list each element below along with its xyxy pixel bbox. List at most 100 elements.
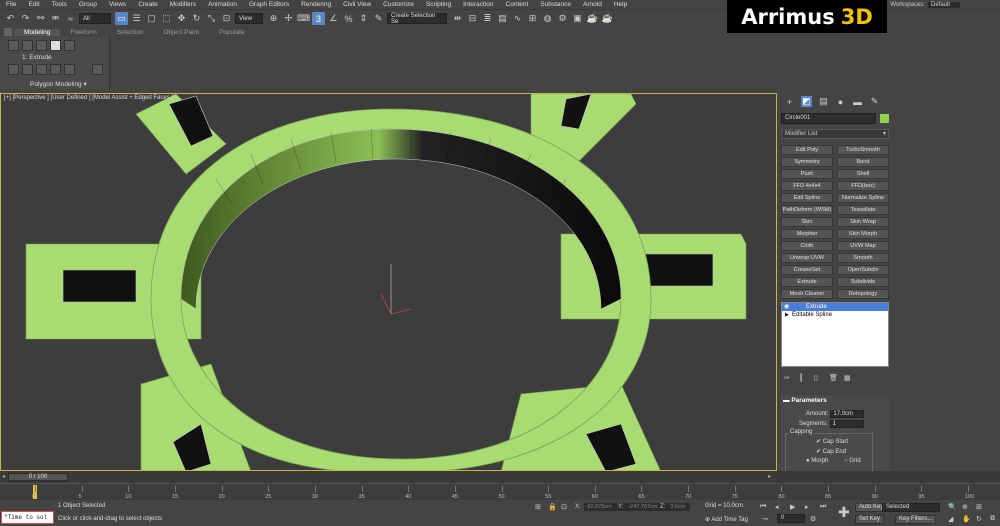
modifier-button-skin[interactable]: Skin [781,217,833,227]
modifier-button-normalize-spline[interactable]: Normalize Spline [837,193,889,203]
toggle-ribbon-icon[interactable]: ▤ [496,12,509,25]
pan-icon[interactable]: ✋ [962,515,971,523]
selection-lock-icon[interactable]: 🔒 [548,503,557,511]
next-frame-icon[interactable]: ▸ [805,503,809,511]
modifier-button-tessellate[interactable]: Tessellate [837,205,889,215]
menu-edit[interactable]: Edit [22,1,45,8]
modifier-button-symmetry[interactable]: Symmetry [781,157,833,167]
modifier-button-mesh-cleaner[interactable]: Mesh Cleaner [781,289,833,299]
key-selection-dropdown[interactable]: Selected [882,503,940,512]
circle001-object[interactable] [25,94,747,471]
eye-icon[interactable]: ◉ [784,303,789,311]
window-crossing-icon[interactable]: ⬚ [160,12,173,25]
zoom-icon[interactable]: 🔍 [948,503,957,511]
go-to-end-icon[interactable]: ⏭ [820,503,826,511]
tab-modeling[interactable]: Modeling [14,28,61,36]
chevron-right-icon[interactable]: ▸ [768,473,771,480]
amount-field[interactable]: 17.0cm [830,410,865,418]
modifier-button-skin-wrap[interactable]: Skin Wrap [837,217,889,227]
redo-icon[interactable]: ↷ [19,12,32,25]
maxscript-listener[interactable]: "Time to sol [1,511,54,524]
selection-filter-dropdown[interactable]: All [79,13,111,24]
modifier-button-push[interactable]: Push [781,169,833,179]
render-icon[interactable]: ☕ [586,12,599,25]
percent-snap-icon[interactable]: % [342,12,355,25]
keyboard-shortcut-icon[interactable]: ⌨ [297,12,310,25]
edit-poly-toggle-icon[interactable] [92,64,103,75]
modifier-button-retopology[interactable]: Retopology [837,289,889,299]
curve-editor-icon[interactable]: ∿ [511,12,524,25]
reference-coord-dropdown[interactable]: View [235,13,263,24]
display-tab-icon[interactable]: ▬ [852,96,863,107]
isolate-selection-icon[interactable]: ⊞ [535,503,541,511]
menu-group[interactable]: Group [73,1,103,8]
maximize-viewport-icon[interactable]: ⧉ [990,515,995,523]
set-key-plus-icon[interactable]: ✚ [838,504,850,521]
border-mode-icon[interactable] [36,40,47,51]
perspective-viewport[interactable]: [+] [Perspective ] [User Defined ] [Mode… [0,93,777,471]
modifier-button-skin-morph[interactable]: Skin Morph [837,229,889,239]
time-slider[interactable]: ◂ 0 / 100 ▸ [0,471,1000,483]
expand-triangle-icon[interactable]: ▶ [785,311,789,319]
current-frame-field[interactable]: 0 [777,514,805,523]
modifier-button-cloth[interactable]: Cloth [781,241,833,251]
tab-selection[interactable]: Selection [107,29,154,36]
play-icon[interactable]: ▶ [790,503,795,511]
modifier-button-unwrap-uvw[interactable]: Unwrap UVW [781,253,833,263]
modifier-list-dropdown[interactable]: Modifier List ▾ [781,129,889,139]
modifier-button-bend[interactable]: Bend [837,157,889,167]
menu-graph-editors[interactable]: Graph Editors [243,1,295,8]
modifier-button-ffd-4x4x4[interactable]: FFD 4x4x4 [781,181,833,191]
go-to-start-icon[interactable]: ⏮ [760,503,766,511]
align-icon[interactable]: ⊟ [466,12,479,25]
vertex-mode-icon[interactable] [8,40,19,51]
parameters-title[interactable]: ▬ Parameters [783,397,827,404]
menu-content[interactable]: Content [500,1,535,8]
hierarchy-tab-icon[interactable]: ▤ [818,96,829,107]
key-mode-icon[interactable]: ⊸ [762,515,768,523]
modifier-button-creaseset[interactable]: CreaseSet [781,265,833,275]
menu-interaction[interactable]: Interaction [457,1,499,8]
modifier-stack[interactable]: ◉ Extrude ▶ Editable Spline [781,302,889,367]
undo-icon[interactable]: ↶ [4,12,17,25]
cap-start-checkbox[interactable]: ✔ Cap Start [816,438,848,445]
time-config-icon[interactable]: ⚙ [810,515,816,523]
motion-tab-icon[interactable]: ● [835,96,846,107]
material-editor-icon[interactable]: ◍ [541,12,554,25]
edit-named-selection-icon[interactable]: ✎ [372,12,385,25]
polygon-modeling-dropdown[interactable]: Polygon Modeling ▾ [30,80,87,88]
render-setup-icon[interactable]: ⚙ [556,12,569,25]
bind-spacewarp-icon[interactable]: ≈ [64,12,77,25]
tab-freeform[interactable]: Freeform [60,29,106,36]
grid-radio[interactable]: ○ Grid [844,458,861,464]
modifier-button-ffd-box[interactable]: FFD(box) [837,181,889,191]
selection-region-icon[interactable]: ▢ [145,12,158,25]
select-object-icon[interactable]: ▭ [115,12,128,25]
render-production-icon[interactable]: ☕ [601,12,614,25]
menu-customize[interactable]: Customize [377,1,420,8]
transform-gizmo[interactable] [380,264,412,315]
mirror-icon[interactable]: ⇹ [451,12,464,25]
workspace-dropdown[interactable]: Default [927,1,960,8]
rendered-frame-icon[interactable]: ▣ [571,12,584,25]
collapse-stack-icon[interactable] [36,64,47,75]
menu-civil-view[interactable]: Civil View [337,1,377,8]
spinner-snap-icon[interactable]: ⇕ [357,12,370,25]
stack-prev-icon[interactable] [8,64,19,75]
menu-help[interactable]: Help [608,1,633,8]
modify-tab-icon[interactable]: ◩ [801,96,812,107]
modifier-button-edit-poly[interactable]: Edit Poly [781,145,833,155]
menu-scripting[interactable]: Scripting [420,1,457,8]
stack-item-extrude[interactable]: ◉ Extrude [782,303,888,311]
move-icon[interactable]: ✥ [175,12,188,25]
modifier-button-morpher[interactable]: Morpher [781,229,833,239]
element-mode-icon[interactable] [64,40,75,51]
modifier-button-shell[interactable]: Shell [837,169,889,179]
select-by-name-icon[interactable]: ☰ [130,12,143,25]
add-time-tag[interactable]: ⊕ Add Time Tag [705,516,748,523]
placement-icon[interactable]: ⊡ [220,12,233,25]
zoom-all-icon[interactable]: ⊕ [962,503,968,511]
zoom-extents-icon[interactable]: ⊞ [976,503,982,511]
time-slider-thumb[interactable]: 0 / 100 [8,473,68,481]
previous-frame-icon[interactable]: ◂ [775,503,779,511]
